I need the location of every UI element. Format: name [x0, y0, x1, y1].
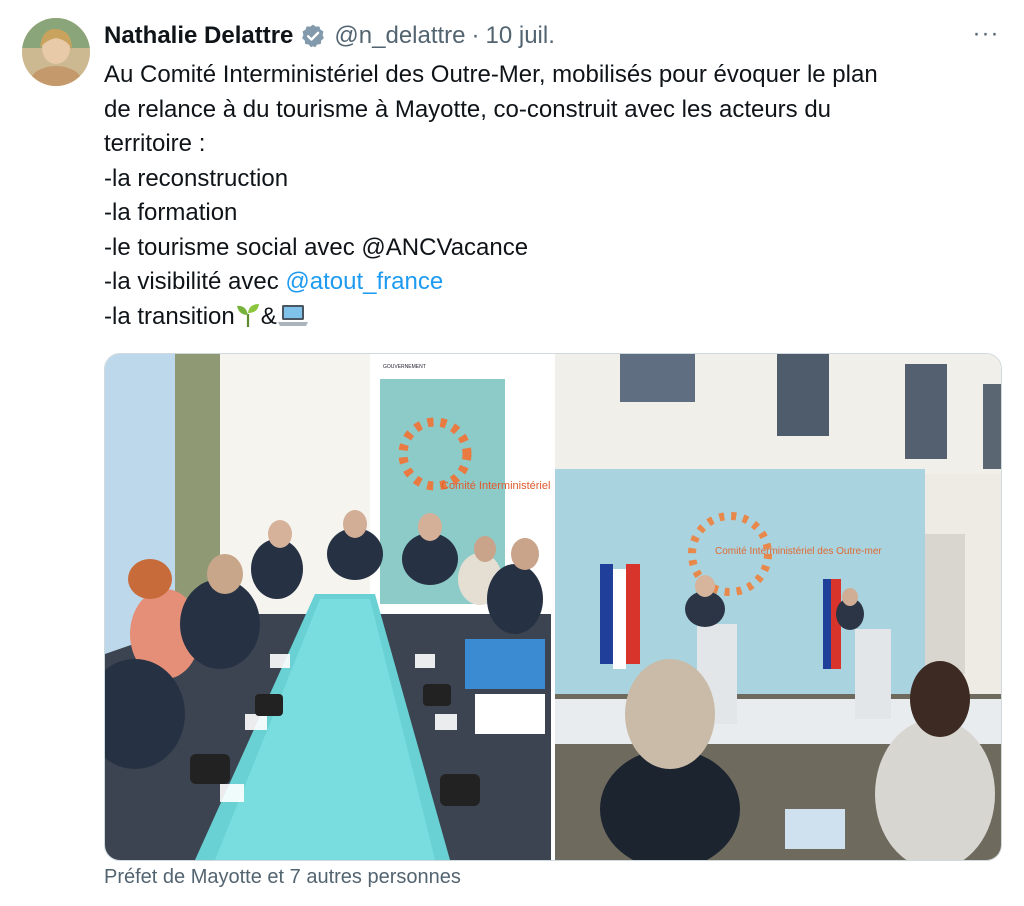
tweet-line: Au Comité Interministériel des Outre-Mer…	[104, 61, 878, 88]
tweet-line-prefix: -la visibilité avec	[104, 268, 286, 295]
tweet-line: de relance à du tourisme à Mayotte, co-c…	[104, 95, 832, 123]
banner-title: Comité Interministériel des Outre-mer	[441, 480, 551, 492]
meeting-table-image: Comité Interministériel des Outre-mer GO…	[105, 354, 551, 860]
verified-badge-icon[interactable]	[300, 23, 326, 49]
mention-link-atout-france[interactable]: @atout_france	[285, 268, 443, 295]
author-handle[interactable]: @n_delattre	[334, 22, 465, 50]
press-conference-image: Comité Interministériel des Outre-mer	[555, 354, 1001, 860]
tagged-people-link[interactable]: Préfet de Mayotte et 7 autres personnes	[104, 866, 461, 889]
seedling-emoji-icon	[235, 302, 261, 339]
tweet-line-prefix: -la transition	[104, 302, 235, 330]
author-name[interactable]: Nathalie Delattre	[104, 22, 293, 50]
banner-header: GOUVERNEMENT	[383, 364, 426, 370]
ampersand: &	[260, 302, 277, 330]
header-separator: ·	[471, 22, 480, 49]
tweet-header: Nathalie Delattre @n_delattre · 10 juil.…	[104, 20, 1004, 52]
press-conference-photo[interactable]: Comité Interministériel des Outre-mer	[555, 354, 1001, 860]
avatar[interactable]	[22, 18, 90, 86]
tweet-line: territoire :	[104, 130, 206, 157]
tweet-line: -la transition &	[104, 300, 994, 339]
more-options-icon[interactable]: ···	[968, 16, 1004, 52]
tweet-text: Au Comité Interministériel des Outre-Mer…	[104, 58, 994, 338]
tweet-media[interactable]: Comité Interministériel des Outre-mer GO…	[104, 353, 1002, 861]
tweet-line: -le tourisme social avec @ANCVacance	[104, 233, 529, 261]
tweet-line: -la formation	[104, 199, 238, 226]
avatar-image	[22, 18, 90, 86]
laptop-emoji-icon	[277, 302, 309, 339]
tweet-line: -la visibilité avec @atout_france	[104, 265, 994, 300]
banner-title: Comité Interministériel des Outre-mer	[715, 546, 882, 557]
tweet-line: -la reconstruction	[104, 164, 289, 192]
meeting-table-photo[interactable]: Comité Interministériel des Outre-mer GO…	[105, 354, 551, 860]
tweet-date[interactable]: 10 juil.	[486, 22, 555, 50]
